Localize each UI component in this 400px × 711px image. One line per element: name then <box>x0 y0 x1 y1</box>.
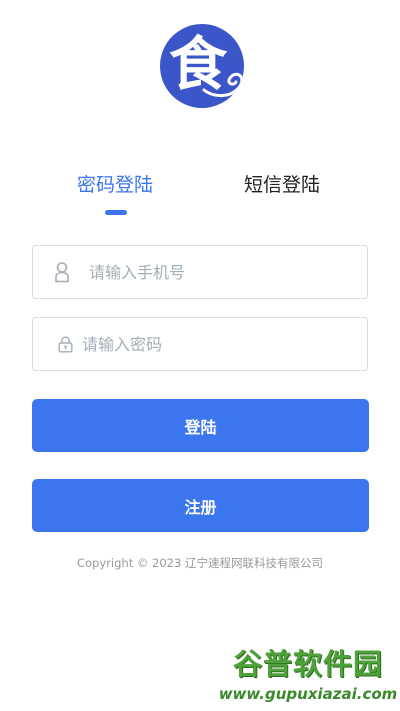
copyright-text: Copyright © 2023 辽宁速程网联科技有限公司 <box>77 556 323 570</box>
login-button[interactable]: 登陆 <box>32 399 369 452</box>
phone-input[interactable] <box>89 246 367 298</box>
phone-field[interactable] <box>32 245 368 299</box>
watermark-title: 谷普软件园 <box>232 647 383 681</box>
password-input[interactable] <box>82 318 367 370</box>
tab-sms-login[interactable]: 短信登陆 <box>244 172 320 198</box>
site-watermark: 谷普软件园 www.gupuxiazai.com <box>218 646 398 706</box>
password-field[interactable] <box>32 317 368 371</box>
active-tab-indicator <box>105 210 127 215</box>
user-icon <box>51 261 73 283</box>
watermark-url: www.gupuxiazai.com <box>218 685 398 703</box>
logo-swirl-icon <box>202 72 244 97</box>
lock-icon <box>54 333 76 355</box>
app-logo: 食 <box>160 24 244 108</box>
tab-password-login[interactable]: 密码登陆 <box>77 172 153 198</box>
register-button[interactable]: 注册 <box>32 479 369 532</box>
